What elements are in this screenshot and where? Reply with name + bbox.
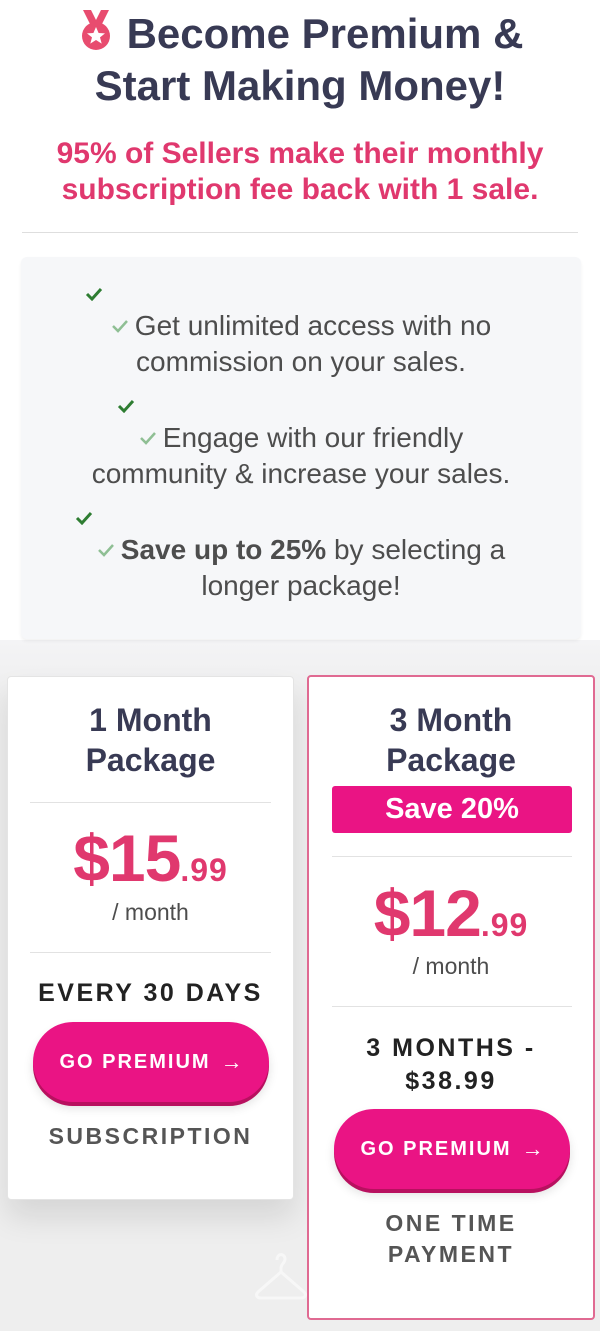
package-title-line-1: 3 Month (389, 702, 513, 738)
price-cents: .99 (480, 907, 529, 943)
header-divider (22, 232, 578, 233)
title-line-1: Become Premium & (126, 10, 524, 57)
price-dollars: $15 (73, 821, 181, 895)
note-line-1: SUBSCRIPTION (48, 1123, 253, 1149)
benefit-item-save: Save up to 25% by selecting a longer pac… (21, 532, 581, 604)
package-price: $15.99 (8, 823, 293, 893)
package-note: SUBSCRIPTION (8, 1121, 293, 1152)
benefit-text-3-bold: Save up to 25% (120, 534, 327, 565)
check-icon (139, 432, 156, 445)
page-title: Become Premium & Start Making Money! (0, 8, 600, 112)
benefit-text-3b: longer package! (201, 570, 401, 601)
note-line-1: ONE TIME (385, 1210, 517, 1236)
button-label: GO PREMIUM (360, 1137, 512, 1160)
arrow-right-icon: → (521, 1136, 544, 1161)
card-divider (332, 1006, 572, 1007)
card-divider (30, 802, 271, 803)
term-line-1: EVERY 30 DAYS (38, 979, 263, 1007)
button-label: GO PREMIUM (59, 1050, 211, 1073)
page-subtitle: 95% of Sellers make their monthly subscr… (0, 136, 600, 208)
go-premium-button[interactable]: GO PREMIUM → (334, 1109, 570, 1189)
benefit-text-1a: Get unlimited access with no (134, 310, 492, 341)
package-price: $12.99 (309, 878, 593, 948)
subtitle-line-2: subscription fee back with 1 sale. (61, 173, 539, 206)
term-line-2: $38.99 (405, 1067, 497, 1095)
save-badge: Save 20% (332, 786, 572, 833)
package-title: 3 Month Package (309, 700, 593, 780)
package-title-line-1: 1 Month (89, 702, 212, 738)
package-title-line-2: Package (386, 742, 516, 778)
arrow-right-icon: → (220, 1049, 243, 1074)
medal-icon (77, 8, 115, 52)
package-note: ONE TIME PAYMENT (309, 1208, 593, 1270)
check-icon (111, 320, 128, 333)
package-card-3-month: 3 Month Package Save 20% $12.99 / month … (307, 675, 595, 1320)
card-divider (332, 856, 572, 857)
package-title-line-2: Package (85, 742, 216, 778)
benefit-text-2a: Engage with our friendly (162, 422, 464, 453)
price-cents: .99 (180, 852, 228, 888)
check-icon (97, 544, 114, 557)
package-term: EVERY 30 DAYS (8, 977, 293, 1010)
benefit-text-3a: by selecting a (326, 534, 506, 565)
benefit-text-1b: commission on your sales. (136, 346, 466, 377)
go-premium-button[interactable]: GO PREMIUM → (33, 1022, 269, 1102)
benefit-text-2b: community & increase your sales. (91, 458, 511, 489)
package-term: 3 MONTHS - $38.99 (309, 1032, 593, 1098)
benefits-box: Get unlimited access with no commission … (21, 257, 581, 639)
benefit-item-unlimited-access: Get unlimited access with no commission … (21, 308, 581, 380)
subtitle-line-1: 95% of Sellers make their monthly (56, 137, 544, 170)
price-period: / month (412, 953, 490, 979)
check-icon (85, 287, 103, 301)
term-line-1: 3 MONTHS - (366, 1034, 536, 1062)
card-divider (30, 952, 271, 953)
note-line-2: PAYMENT (387, 1241, 515, 1267)
check-icon (117, 399, 135, 413)
package-title: 1 Month Package (8, 700, 293, 780)
hanger-icon (255, 1253, 307, 1300)
title-line-2: Start Making Money! (94, 62, 506, 109)
check-icon (75, 511, 93, 525)
benefit-item-community: Engage with our friendly community & inc… (21, 420, 581, 492)
price-dollars: $12 (373, 876, 482, 950)
package-card-1-month: 1 Month Package $15.99 / month EVERY 30 … (7, 676, 294, 1200)
price-period: / month (112, 899, 189, 925)
